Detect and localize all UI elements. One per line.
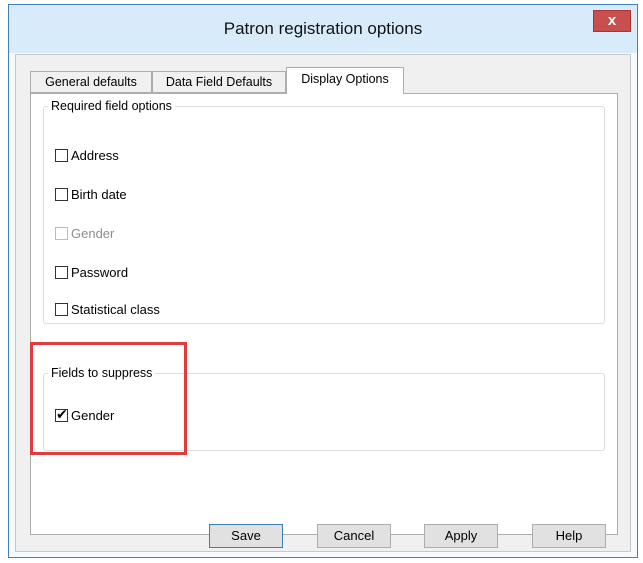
statistical-class-label: Statistical class [71, 301, 160, 317]
birth-date-label: Birth date [71, 186, 127, 202]
title-bar[interactable]: Patron registration options x [9, 5, 637, 53]
help-button[interactable]: Help [532, 524, 606, 548]
save-button[interactable]: Save [209, 524, 283, 548]
birth-date-checkbox[interactable] [55, 187, 68, 201]
address-checkbox[interactable] [55, 148, 68, 162]
dialog-content: General defaults Data Field Defaults Dis… [15, 54, 631, 552]
birth-date-checkbox-row[interactable]: Birth date [55, 185, 127, 203]
gender-required-checkbox [55, 226, 68, 240]
dialog-window: Patron registration options x General de… [8, 4, 638, 558]
password-label: Password [71, 264, 129, 280]
tab-display-options[interactable]: Display Options [286, 67, 404, 94]
statistical-class-checkbox[interactable] [55, 302, 68, 316]
required-field-options-group: Required field options Address Birth dat… [43, 99, 605, 324]
close-icon: x [607, 12, 617, 29]
highlight-annotation-box [30, 342, 187, 455]
apply-button[interactable]: Apply [424, 524, 498, 548]
gender-required-checkbox-row: Gender [55, 224, 114, 242]
cancel-button[interactable]: Cancel [317, 524, 391, 548]
gender-required-label: Gender [71, 225, 115, 241]
tab-data-field-defaults[interactable]: Data Field Defaults [152, 71, 286, 93]
statistical-class-checkbox-row[interactable]: Statistical class [55, 300, 160, 318]
address-checkbox-row[interactable]: Address [55, 146, 119, 164]
password-checkbox-row[interactable]: Password [55, 263, 128, 281]
dialog-title: Patron registration options [223, 19, 423, 38]
tab-general-defaults[interactable]: General defaults [30, 71, 152, 93]
address-label: Address [71, 147, 119, 163]
close-button[interactable]: x [593, 10, 631, 32]
required-field-options-legend: Required field options [51, 99, 172, 113]
display-options-panel: Required field options Address Birth dat… [30, 93, 618, 535]
password-checkbox[interactable] [55, 265, 68, 279]
